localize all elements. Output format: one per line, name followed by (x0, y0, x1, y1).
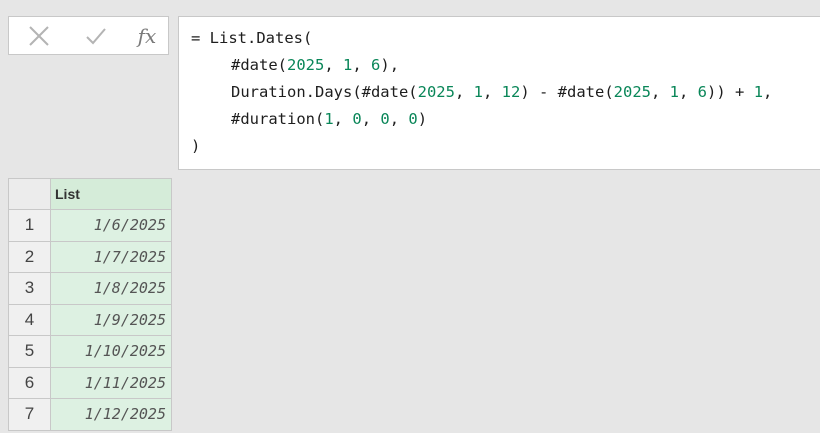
formula-line-5: ) (191, 136, 200, 156)
table-row[interactable]: 7 1/12/2025 (8, 398, 172, 431)
code-token: #duration( (231, 110, 325, 128)
code-token: , (650, 83, 670, 101)
table-row[interactable]: 3 1/8/2025 (8, 272, 172, 305)
number-literal: 2025 (287, 56, 325, 74)
number-literal: 1 (343, 56, 353, 74)
close-icon (29, 25, 49, 46)
code-token: ), (380, 56, 400, 74)
row-number[interactable]: 6 (8, 366, 51, 399)
code-token: , (361, 110, 381, 128)
number-literal: 1 (753, 83, 764, 101)
column-header-list[interactable]: List (50, 178, 172, 210)
table-row[interactable]: 5 1/10/2025 (8, 335, 172, 368)
formula-line-2: #date(2025, 1, 6), (191, 55, 399, 75)
enter-button[interactable] (80, 17, 112, 54)
code-token: , (763, 83, 773, 101)
number-literal: 0 (408, 110, 418, 128)
date-cell[interactable]: 1/10/2025 (50, 335, 172, 368)
date-cell[interactable]: 1/7/2025 (50, 240, 172, 273)
cancel-button[interactable] (23, 17, 55, 54)
formula-bar-buttons: fx (8, 16, 169, 55)
date-cell[interactable]: 1/12/2025 (50, 398, 172, 431)
number-literal: 1 (669, 83, 679, 101)
checkmark-icon (86, 27, 106, 44)
number-literal: 12 (501, 83, 521, 101)
table-row[interactable]: 1 1/6/2025 (8, 209, 172, 242)
code-token: , (482, 83, 502, 101)
row-number[interactable]: 5 (8, 335, 51, 368)
row-number[interactable]: 1 (8, 209, 51, 242)
code-token: , (454, 83, 474, 101)
table-row[interactable]: 2 1/7/2025 (8, 240, 172, 273)
code-token: )) + (707, 83, 754, 101)
formula-line-3: Duration.Days(#date(2025, 1, 12) - #date… (191, 82, 772, 102)
code-token: ) (191, 137, 201, 155)
date-cell[interactable]: 1/6/2025 (50, 209, 172, 242)
code-token: ) (417, 110, 428, 128)
data-grid: List 1 1/6/2025 2 1/7/2025 3 1/8/2025 4 1/9/202… (8, 178, 172, 431)
insert-function-button[interactable]: fx (131, 17, 163, 54)
code-token: Duration.Days(#date( (231, 83, 418, 101)
code-token: , (352, 56, 372, 74)
number-literal: 2025 (613, 83, 651, 101)
row-number[interactable]: 4 (8, 303, 51, 336)
number-literal: 6 (371, 56, 381, 74)
code-token: , (324, 56, 343, 74)
code-token: #date( (231, 56, 287, 74)
code-token: , (333, 110, 353, 128)
row-number[interactable]: 3 (8, 272, 51, 305)
code-token: ) - #date( (520, 83, 614, 101)
number-literal: 1 (473, 83, 483, 101)
number-literal: 6 (697, 83, 708, 101)
date-cell[interactable]: 1/9/2025 (50, 303, 172, 336)
fx-label: fx (137, 23, 157, 48)
formula-line-1: = List.Dates( (191, 28, 312, 48)
row-number[interactable]: 7 (8, 398, 51, 431)
formula-line-4: #duration(1, 0, 0, 0) (191, 109, 427, 129)
grid-corner[interactable] (8, 178, 51, 210)
row-number[interactable]: 2 (8, 240, 51, 273)
code-token: , (679, 83, 698, 101)
table-row[interactable]: 4 1/9/2025 (8, 303, 172, 336)
date-cell[interactable]: 1/8/2025 (50, 272, 172, 305)
date-cell[interactable]: 1/11/2025 (50, 366, 172, 399)
number-literal: 0 (380, 110, 390, 128)
formula-editor[interactable]: = List.Dates( #date(2025, 1, 6), Duratio… (178, 16, 820, 170)
table-row[interactable]: 6 1/11/2025 (8, 366, 172, 399)
number-literal: 2025 (417, 83, 455, 101)
number-literal: 0 (352, 110, 362, 128)
number-literal: 1 (324, 110, 334, 128)
code-token: , (389, 110, 409, 128)
code-token: = List.Dates( (191, 29, 313, 47)
